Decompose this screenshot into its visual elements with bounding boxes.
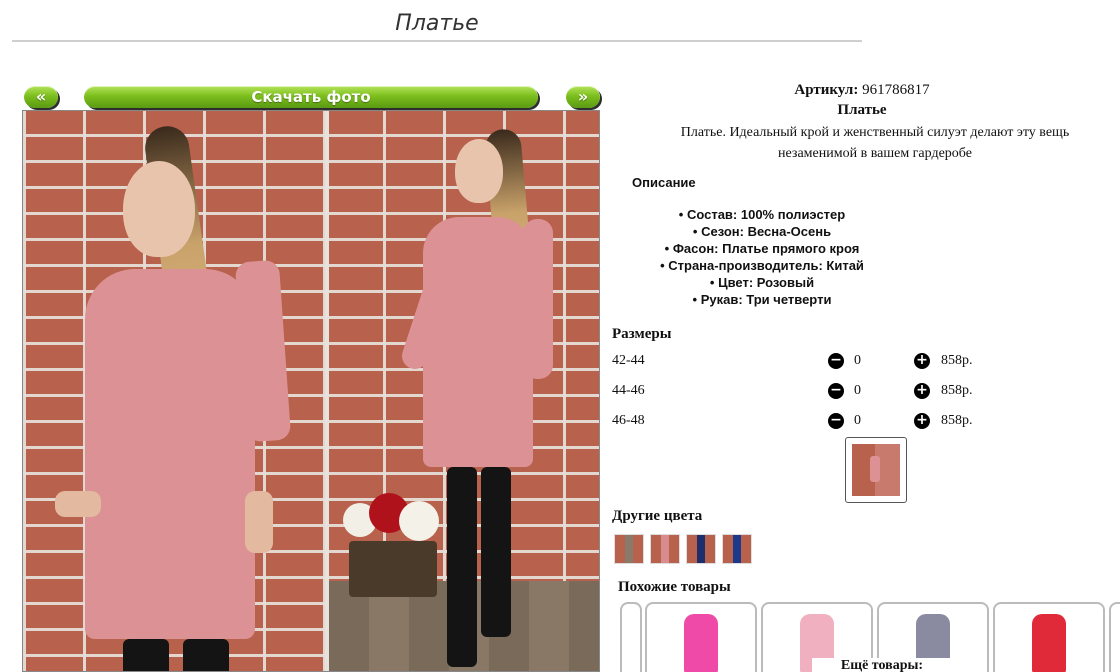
size-price: 858р. xyxy=(941,383,973,398)
size-quantity: 0 xyxy=(854,353,861,368)
size-label: 44-46 xyxy=(612,383,645,398)
plus-circle-icon[interactable]: + xyxy=(914,383,930,399)
color-variant-thumbnail[interactable] xyxy=(650,534,680,564)
more-products-link[interactable]: Ещё товары: xyxy=(812,658,952,672)
spec-item: Состав: 100% полиэстер xyxy=(612,206,912,223)
plus-circle-icon[interactable]: + xyxy=(914,353,930,369)
similar-products-title: Похожие товары xyxy=(618,579,731,595)
size-label: 42-44 xyxy=(612,353,645,368)
other-colors-list xyxy=(614,534,752,564)
size-row: 44-46 − 0 + 858р. xyxy=(612,380,1032,402)
minus-circle-icon[interactable]: − xyxy=(828,353,844,369)
minus-circle-icon[interactable]: − xyxy=(828,383,844,399)
product-summary: Платье. Идеальный крой и женственный сил… xyxy=(680,125,1070,161)
color-variant-thumbnail[interactable] xyxy=(722,534,752,564)
size-price: 858р. xyxy=(941,413,973,428)
article-label: Артикул: xyxy=(794,82,859,98)
flower-basket xyxy=(349,541,437,597)
spec-item: Страна-производитель: Китай xyxy=(612,257,912,274)
similar-product-card[interactable] xyxy=(620,602,642,672)
next-photo-button[interactable]: » xyxy=(566,86,600,108)
prev-photo-button[interactable]: « xyxy=(24,86,58,108)
minus-circle-icon[interactable]: − xyxy=(828,413,844,429)
other-colors-title: Другие цвета xyxy=(612,508,703,524)
size-price: 858р. xyxy=(941,353,973,368)
product-photo xyxy=(22,110,600,672)
color-variant-thumbnail[interactable] xyxy=(614,534,644,564)
size-row: 46-48 − 0 + 858р. xyxy=(612,410,1032,432)
spec-item: Цвет: Розовый xyxy=(612,274,912,291)
size-quantity: 0 xyxy=(854,383,861,398)
product-name: Платье xyxy=(837,102,887,118)
article-line: Артикул: 961786817 xyxy=(612,82,1112,99)
plus-circle-icon[interactable]: + xyxy=(914,413,930,429)
page-title: Платье xyxy=(12,8,862,42)
size-quantity: 0 xyxy=(854,413,861,428)
size-label: 46-48 xyxy=(612,413,645,428)
sizes-title: Размеры xyxy=(612,326,672,342)
article-value: 961786817 xyxy=(862,82,930,98)
spec-list: Состав: 100% полиэстер Сезон: Весна-Осен… xyxy=(612,206,912,308)
spec-item: Фасон: Платье прямого кроя xyxy=(612,240,912,257)
similar-product-card[interactable] xyxy=(1109,602,1120,672)
color-variant-thumbnail[interactable] xyxy=(686,534,716,564)
photo-thumbnail[interactable] xyxy=(845,437,907,503)
spec-item: Сезон: Весна-Осень xyxy=(612,223,912,240)
download-photo-button[interactable]: Скачать фото xyxy=(84,86,538,108)
size-row: 42-44 − 0 + 858р. xyxy=(612,350,1032,372)
similar-product-card[interactable] xyxy=(993,602,1105,672)
spec-item: Рукав: Три четверти xyxy=(612,291,912,308)
description-title: Описание xyxy=(632,175,696,190)
similar-product-card[interactable] xyxy=(645,602,757,672)
